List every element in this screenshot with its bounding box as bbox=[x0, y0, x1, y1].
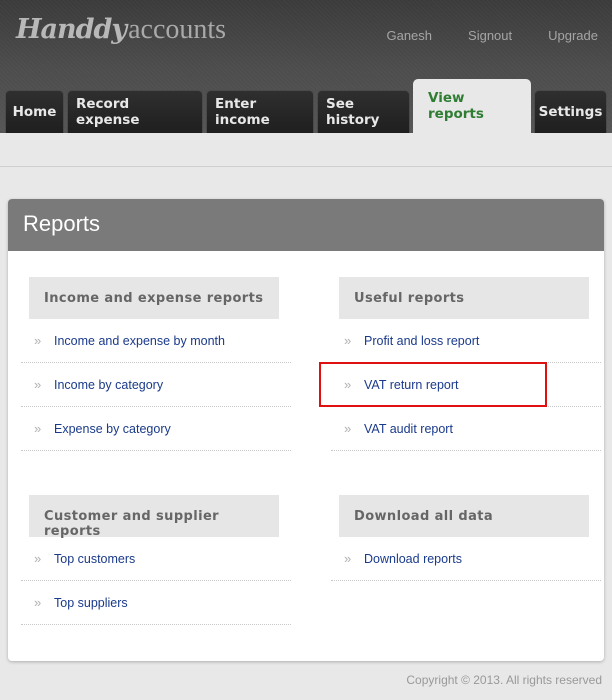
reports-panel: Reports Income and expense reports » Inc… bbox=[8, 199, 604, 661]
panel-title: Reports bbox=[8, 199, 604, 251]
link-text[interactable]: Download reports bbox=[364, 552, 462, 566]
section-title: Useful reports bbox=[339, 277, 589, 319]
link-text[interactable]: Profit and loss report bbox=[364, 334, 479, 348]
tab-label: Record expense bbox=[76, 96, 140, 128]
tab-record-expense[interactable]: Record expense bbox=[67, 90, 203, 133]
logo-script-text: Handdy bbox=[16, 14, 127, 45]
signout-link[interactable]: Signout bbox=[468, 28, 512, 43]
link-text[interactable]: Top customers bbox=[54, 552, 135, 566]
tab-see-history[interactable]: See history bbox=[317, 90, 410, 133]
download-data-section: Download all data » Download reports bbox=[331, 495, 604, 581]
report-link-top-suppliers[interactable]: » Top suppliers bbox=[21, 581, 291, 625]
report-link-top-customers[interactable]: » Top customers bbox=[21, 537, 291, 581]
header-divider bbox=[0, 166, 612, 167]
report-link-income-by-category[interactable]: » Income by category bbox=[21, 363, 291, 407]
section-title: Download all data bbox=[339, 495, 589, 537]
tab-home[interactable]: Home bbox=[5, 90, 64, 133]
customer-supplier-section: Customer and supplier reports » Top cust… bbox=[21, 495, 299, 625]
link-text[interactable]: VAT return report bbox=[364, 378, 458, 392]
logo-plain-text: accounts bbox=[128, 14, 227, 45]
link-text[interactable]: Income by category bbox=[54, 378, 163, 392]
link-text[interactable]: Expense by category bbox=[54, 422, 171, 436]
report-link-expense-by-category[interactable]: » Expense by category bbox=[21, 407, 291, 451]
tab-label: Home bbox=[12, 104, 57, 120]
double-chevron-right-icon: » bbox=[344, 377, 352, 392]
site-header: Handdyaccounts Ganesh Signout Upgrade Ho… bbox=[0, 0, 612, 133]
link-text[interactable]: Top suppliers bbox=[54, 596, 128, 610]
double-chevron-right-icon: » bbox=[344, 421, 352, 436]
report-link-download-reports[interactable]: » Download reports bbox=[331, 537, 601, 581]
double-chevron-right-icon: » bbox=[34, 595, 42, 610]
tab-enter-income[interactable]: Enter income bbox=[206, 90, 314, 133]
main-nav-tabs: Home Record expense Enter income See his… bbox=[5, 79, 610, 133]
tab-settings[interactable]: Settings bbox=[534, 90, 607, 133]
report-link-profit-and-loss[interactable]: » Profit and loss report bbox=[331, 319, 601, 363]
report-link-income-expense-by-month[interactable]: » Income and expense by month bbox=[21, 319, 291, 363]
upgrade-link[interactable]: Upgrade bbox=[548, 28, 598, 43]
double-chevron-right-icon: » bbox=[344, 333, 352, 348]
link-text[interactable]: VAT audit report bbox=[364, 422, 453, 436]
tab-label: Enter income bbox=[215, 96, 270, 128]
report-link-vat-audit[interactable]: » VAT audit report bbox=[331, 407, 601, 451]
user-link[interactable]: Ganesh bbox=[386, 28, 432, 43]
tab-label: See history bbox=[326, 96, 380, 128]
tab-view-reports[interactable]: View reports bbox=[413, 79, 531, 133]
logo[interactable]: Handdyaccounts bbox=[16, 14, 226, 54]
link-text[interactable]: Income and expense by month bbox=[54, 334, 225, 348]
tab-label: Settings bbox=[538, 104, 603, 120]
section-title: Income and expense reports bbox=[29, 277, 279, 319]
income-expense-section: Income and expense reports » Income and … bbox=[21, 277, 299, 451]
tab-label: View reports bbox=[428, 90, 484, 122]
double-chevron-right-icon: » bbox=[34, 333, 42, 348]
report-link-vat-return[interactable]: » VAT return report bbox=[319, 362, 601, 407]
double-chevron-right-icon: » bbox=[34, 421, 42, 436]
copyright-text: Copyright © 2013. All rights reserved bbox=[406, 673, 602, 687]
double-chevron-right-icon: » bbox=[34, 377, 42, 392]
useful-reports-section: Useful reports » Profit and loss report … bbox=[319, 277, 604, 451]
double-chevron-right-icon: » bbox=[344, 551, 352, 566]
double-chevron-right-icon: » bbox=[34, 551, 42, 566]
top-links: Ganesh Signout Upgrade bbox=[386, 28, 598, 43]
section-title: Customer and supplier reports bbox=[29, 495, 279, 539]
